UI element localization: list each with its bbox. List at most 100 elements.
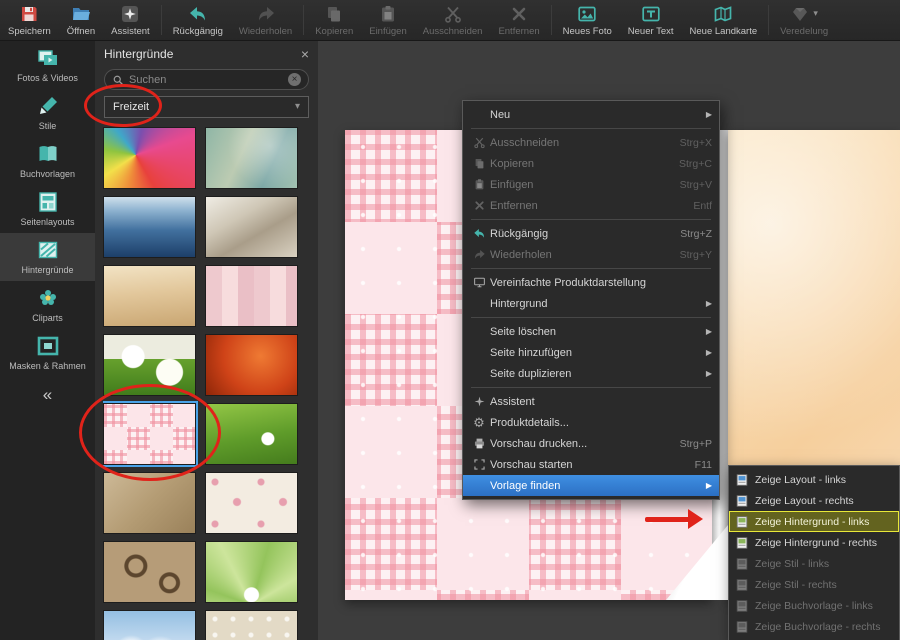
submenu-arrow-icon: ▶	[692, 348, 712, 357]
submenu-item-zeige-layout-rechts[interactable]: Zeige Layout - rechts	[729, 490, 899, 511]
menu-item-vorlage-finden[interactable]: Vorlage finden ▶	[463, 475, 719, 496]
toolbar-oeffnen-button[interactable]: Öffnen	[59, 0, 103, 40]
menu-item-seite-duplizieren[interactable]: Seite duplizieren ▶	[463, 363, 719, 384]
undo-icon	[188, 4, 208, 24]
background-thumbnail[interactable]	[103, 265, 196, 327]
menu-item-shortcut: Strg+Z	[666, 228, 712, 240]
background-thumbnail[interactable]	[205, 541, 298, 603]
menu-item-hintergrund[interactable]: Hintergrund ▶	[463, 293, 719, 314]
sidebar-item-cliparts[interactable]: Cliparts	[0, 281, 95, 329]
submenu-item-zeige-hintergrund-rechts[interactable]: Zeige Hintergrund - rechts	[729, 532, 899, 553]
toolbar-rueckgaengig-button[interactable]: Rückgängig	[165, 0, 231, 40]
submenu-item-zeige-layout-links[interactable]: Zeige Layout - links	[729, 469, 899, 490]
page-book-icon	[735, 620, 749, 634]
menu-item-produktdetails[interactable]: ⚙ Produktdetails...	[463, 412, 719, 433]
redo-icon	[256, 4, 276, 24]
submenu-item-label: Zeige Layout - rechts	[755, 495, 854, 507]
printer-icon	[468, 437, 490, 450]
toolbar-label: Neues Foto	[563, 26, 612, 37]
toolbar-label: Ausschneiden	[423, 26, 483, 37]
menu-item-assistent[interactable]: Assistent	[463, 391, 719, 412]
menu-item-vorschau-drucken[interactable]: Vorschau drucken... Strg+P	[463, 433, 719, 454]
submenu-item-label: Zeige Hintergrund - rechts	[755, 537, 877, 549]
toolbar-label: Einfügen	[369, 26, 407, 37]
sidebar-item-masken-rahmen[interactable]: Masken & Rahmen	[0, 329, 95, 377]
menu-item-label: Einfügen	[490, 179, 533, 191]
sidebar-item-stile[interactable]: Stile	[0, 89, 95, 137]
background-thumbnail[interactable]	[205, 610, 298, 640]
background-thumbnail-selected[interactable]	[103, 403, 196, 465]
toolbar-assistent-button[interactable]: Assistent	[103, 0, 158, 40]
background-thumbnail[interactable]	[205, 196, 298, 258]
clear-search-icon[interactable]: ×	[288, 73, 301, 86]
monitor-icon	[468, 276, 490, 289]
toolbar-label: Assistent	[111, 26, 150, 37]
menu-item-label: Neu	[490, 109, 510, 121]
background-thumbnail[interactable]	[103, 127, 196, 189]
search-box: ×	[104, 69, 309, 90]
page-layout-icon	[735, 473, 749, 487]
menu-item-vorschau-starten[interactable]: Vorschau starten F11	[463, 454, 719, 475]
search-input[interactable]	[129, 74, 283, 86]
editor-canvas[interactable]: Neu ▶ Ausschneiden Strg+X Kopieren Strg+…	[318, 41, 900, 640]
menu-item-shortcut: Strg+Y	[666, 249, 712, 261]
book-templates-icon	[36, 142, 60, 166]
toolbar-neues-foto-button[interactable]: Neues Foto	[555, 0, 620, 40]
page-style-icon	[735, 557, 749, 571]
toolbar-kopieren-button: Kopieren	[307, 0, 361, 40]
submenu-arrow-icon: ▶	[692, 369, 712, 378]
backgrounds-icon	[36, 238, 60, 262]
toolbar-neue-landkarte-button[interactable]: Neue Landkarte	[682, 0, 766, 40]
sidebar-item-fotos-videos[interactable]: Fotos & Videos	[0, 41, 95, 89]
sidebar-item-seitenlayouts[interactable]: Seitenlayouts	[0, 185, 95, 233]
menu-item-kopieren: Kopieren Strg+C	[463, 153, 719, 174]
toolbar-neuer-text-button[interactable]: Neuer Text	[620, 0, 682, 40]
new-map-icon	[713, 4, 733, 24]
toolbar-veredelung-button: ▾ Veredelung	[772, 0, 836, 40]
background-thumbnail[interactable]	[205, 472, 298, 534]
background-thumbnail[interactable]	[103, 541, 196, 603]
cut-icon	[468, 136, 490, 149]
sidebar-item-label: Masken & Rahmen	[7, 361, 88, 371]
toolbar-wiederholen-button: Wiederholen	[231, 0, 300, 40]
menu-item-einfuegen: Einfügen Strg+V	[463, 174, 719, 195]
toolbar-speichern-button[interactable]: Speichern	[0, 0, 59, 40]
background-thumbnail[interactable]	[103, 610, 196, 640]
background-thumbnail[interactable]	[103, 196, 196, 258]
remove-icon	[509, 4, 529, 24]
menu-item-seite-hinzufuegen[interactable]: Seite hinzufügen ▶	[463, 342, 719, 363]
background-thumbnail[interactable]	[205, 265, 298, 327]
cut-icon	[443, 4, 463, 24]
paste-icon	[378, 4, 398, 24]
close-icon[interactable]: ×	[301, 47, 309, 61]
category-dropdown-value: Freizeit	[113, 101, 149, 113]
menu-item-ausschneiden: Ausschneiden Strg+X	[463, 132, 719, 153]
page-layouts-icon	[36, 190, 60, 214]
styles-icon	[36, 94, 60, 118]
background-thumbnail[interactable]	[205, 334, 298, 396]
background-thumbnail[interactable]	[103, 472, 196, 534]
menu-item-label: Seite duplizieren	[490, 368, 571, 380]
menu-item-seite-loeschen[interactable]: Seite löschen ▶	[463, 321, 719, 342]
background-thumbnail[interactable]	[205, 127, 298, 189]
background-thumbnail[interactable]	[205, 403, 298, 465]
background-thumbnail[interactable]	[103, 334, 196, 396]
open-folder-icon	[71, 4, 91, 24]
menu-item-rueckgaengig[interactable]: Rückgängig Strg+Z	[463, 223, 719, 244]
app-window: Speichern Öffnen Assistent Rückgängig Wi…	[0, 0, 900, 640]
toolbar-label: Öffnen	[67, 26, 95, 37]
sidebar-item-hintergruende[interactable]: Hintergründe	[0, 233, 95, 281]
menu-item-label: Ausschneiden	[490, 137, 559, 149]
page-layout-icon	[735, 494, 749, 508]
sidebar-item-buchvorlagen[interactable]: Buchvorlagen	[0, 137, 95, 185]
menu-item-neu[interactable]: Neu ▶	[463, 104, 719, 125]
submenu-arrow-icon: ▶	[692, 110, 712, 119]
masks-frames-icon	[36, 334, 60, 358]
toolbar-separator	[161, 5, 162, 35]
submenu-item-zeige-hintergrund-links[interactable]: Zeige Hintergrund - links	[729, 511, 899, 532]
sidebar-item-label: Fotos & Videos	[15, 73, 80, 83]
menu-item-shortcut: Strg+C	[665, 158, 712, 170]
menu-item-vereinfachte-produktdarstellung[interactable]: Vereinfachte Produktdarstellung	[463, 272, 719, 293]
category-dropdown[interactable]: Freizeit ▾	[104, 96, 309, 118]
sidebar-collapse-button[interactable]: «	[0, 377, 95, 413]
